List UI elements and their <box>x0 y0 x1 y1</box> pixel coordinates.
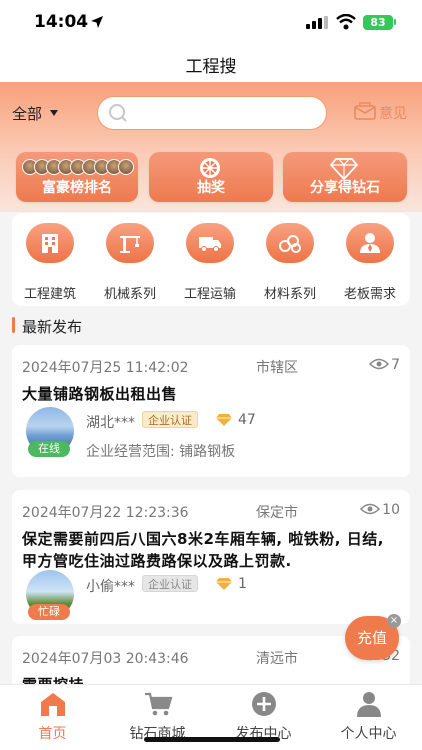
boss-icon <box>360 233 380 253</box>
close-icon[interactable]: × <box>387 614 401 628</box>
home-indicator <box>144 737 280 742</box>
user-name: 湖北*** <box>86 415 135 431</box>
lottery-button[interactable]: 抽奖 <box>149 152 273 202</box>
feedback-label: 意见 <box>379 106 407 122</box>
post-location: 清远市 <box>256 651 298 667</box>
category-label: 机械系列 <box>103 287 156 302</box>
post-title: 保定需要前四后八国六8米2车厢车辆, 啦铁粉, 日结, 甲方管吃住油过路费路保以… <box>22 530 384 570</box>
eye-icon <box>369 358 390 370</box>
region-filter-dropdown[interactable]: 全部 <box>12 103 42 124</box>
crane-icon <box>120 236 140 253</box>
certification-badge: 企业认证 <box>142 575 198 592</box>
view-count-value: 7 <box>391 357 400 373</box>
plus-circle-icon <box>252 692 276 716</box>
post-date: 2024年07月03 20:43:46 <box>22 651 189 667</box>
online-status-badge: 在线 <box>28 441 70 457</box>
tab-label: 个人中心 <box>340 726 397 742</box>
view-count: 7 <box>369 357 400 373</box>
category-boss-demand[interactable]: 老板需求 <box>332 223 408 303</box>
section-title: 最新发布 <box>22 318 83 336</box>
building-icon <box>42 234 58 253</box>
diamond-icon <box>216 578 232 590</box>
promo-label: 抽奖 <box>197 180 225 196</box>
feedback-button[interactable]: 意见 <box>354 100 412 126</box>
battery-indicator: 83 <box>363 15 393 30</box>
ranking-avatars <box>22 159 134 177</box>
section-header: 最新发布 <box>12 316 212 336</box>
category-grid: 工程建筑 机械系列 工程运输 材料系列 老板需求 <box>12 213 410 306</box>
post-title: 大量铺路钢板出租出售 <box>22 385 178 403</box>
diamond-count: 47 <box>238 412 256 428</box>
category-label: 材料系列 <box>263 287 316 302</box>
section-accent-bar <box>12 317 15 333</box>
category-machinery[interactable]: 机械系列 <box>92 223 168 303</box>
home-icon <box>41 693 65 716</box>
category-label: 老板需求 <box>343 287 396 302</box>
eye-icon <box>360 503 381 515</box>
navigation-bar: 工程搜 <box>0 44 422 82</box>
promo-label: 分享得钻石 <box>310 180 380 196</box>
post-card[interactable]: 2024年07月25 11:42:02 市辖区 7 大量铺路钢板出租出售 在线 … <box>12 345 410 477</box>
post-date: 2024年07月22 12:23:36 <box>22 505 189 521</box>
diamond-count: 1 <box>238 576 247 592</box>
search-icon <box>109 104 127 122</box>
tab-home[interactable]: 首页 <box>0 691 105 742</box>
tab-diamond-mall[interactable]: 钻石商城 <box>105 691 210 742</box>
truck-icon <box>199 237 221 252</box>
post-date: 2024年07月25 11:42:02 <box>22 360 189 376</box>
certification-badge: 企业认证 <box>142 411 198 428</box>
location-arrow-icon <box>91 16 103 28</box>
tab-label: 首页 <box>38 726 67 742</box>
category-label: 工程建筑 <box>23 287 76 302</box>
search-input[interactable] <box>97 96 327 130</box>
category-construction[interactable]: 工程建筑 <box>12 223 88 303</box>
rich-ranking-button[interactable]: 富豪榜排名 <box>16 152 138 202</box>
search-row: 全部 意见 <box>0 82 422 144</box>
user-name: 小偷*** <box>86 579 135 595</box>
category-materials[interactable]: 材料系列 <box>252 223 328 303</box>
status-time: 14:04 <box>34 12 89 32</box>
wifi-icon <box>336 14 356 30</box>
view-count-value: 10 <box>382 502 400 518</box>
avatar <box>118 159 134 175</box>
diamond-icon <box>216 414 232 426</box>
battery-cap <box>394 19 396 25</box>
tab-publish-center[interactable]: 发布中心 <box>211 691 316 742</box>
caret-down-icon[interactable] <box>50 110 58 116</box>
busy-status-badge: 忙碌 <box>28 604 70 620</box>
cart-icon <box>145 692 173 716</box>
person-icon <box>357 692 381 717</box>
category-transport[interactable]: 工程运输 <box>172 223 248 303</box>
post-location: 市辖区 <box>256 360 298 376</box>
tab-profile[interactable]: 个人中心 <box>316 691 421 742</box>
promo-label: 富豪榜排名 <box>42 180 112 196</box>
pipes-icon <box>279 235 301 253</box>
page-title: 工程搜 <box>185 57 237 77</box>
cellular-signal-icon <box>306 16 328 29</box>
share-diamond-button[interactable]: 分享得钻石 <box>283 152 407 202</box>
status-bar: 14:04 83 <box>0 0 422 44</box>
category-label: 工程运输 <box>183 287 236 302</box>
mail-feedback-icon <box>354 102 376 120</box>
post-location: 保定市 <box>256 505 298 521</box>
post-card[interactable]: 2024年07月22 12:23:36 保定市 10 保定需要前四后八国六8米2… <box>12 490 410 624</box>
business-scope: 企业经营范围: 铺路钢板 <box>86 444 236 460</box>
view-count: 10 <box>360 502 400 518</box>
